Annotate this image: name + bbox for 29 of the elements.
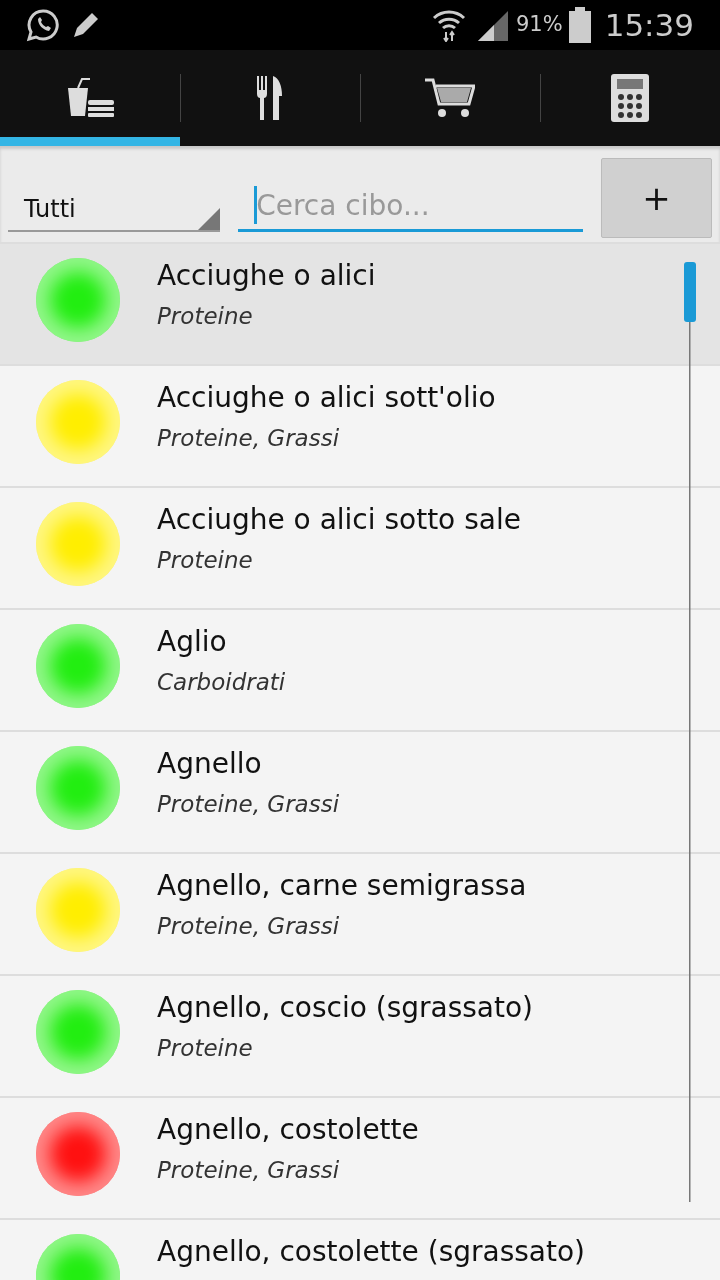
battery-percentage: 91% — [515, 11, 563, 39]
cart-icon — [425, 78, 475, 118]
food-row[interactable]: Agnello, costolette (sgrassato) — [0, 1218, 720, 1280]
search-field[interactable]: Cerca cibo... — [238, 182, 583, 232]
food-category: Proteine — [157, 546, 254, 575]
food-name: Agnello, costolette (sgrassato) — [157, 1234, 586, 1270]
calculator-icon — [611, 74, 649, 122]
food-category: Carboidrati — [157, 668, 286, 697]
food-category: Proteine, Grassi — [157, 912, 341, 941]
food-name: Agnello, costolette — [157, 1112, 419, 1148]
food-category: Proteine, Grassi — [157, 790, 340, 819]
food-name: Acciughe o alici sott'olio — [157, 380, 496, 416]
food-name: Acciughe o alici — [157, 258, 376, 294]
clock: 15:39 — [604, 5, 694, 45]
food-row[interactable]: Acciughe o alici Proteine — [0, 242, 720, 364]
food-category: Proteine, Grassi — [157, 424, 341, 453]
wifi-icon — [431, 8, 466, 42]
chat-icon — [26, 8, 60, 42]
food-category: Proteine — [157, 1034, 254, 1063]
battery-icon — [568, 7, 591, 43]
fork-knife-icon — [255, 76, 285, 120]
food-category: Proteine, Grassi — [157, 1156, 341, 1185]
food-name: Agnello — [157, 746, 263, 782]
food-name: Aglio — [157, 624, 228, 660]
food-category: Proteine — [157, 302, 254, 331]
add-button[interactable]: + — [601, 158, 712, 238]
food-name: Agnello, coscio (sgrassato) — [157, 990, 534, 1026]
food-name: Agnello, carne semigrassa — [157, 868, 527, 904]
food-name: Acciughe o alici sotto sale — [157, 502, 521, 538]
